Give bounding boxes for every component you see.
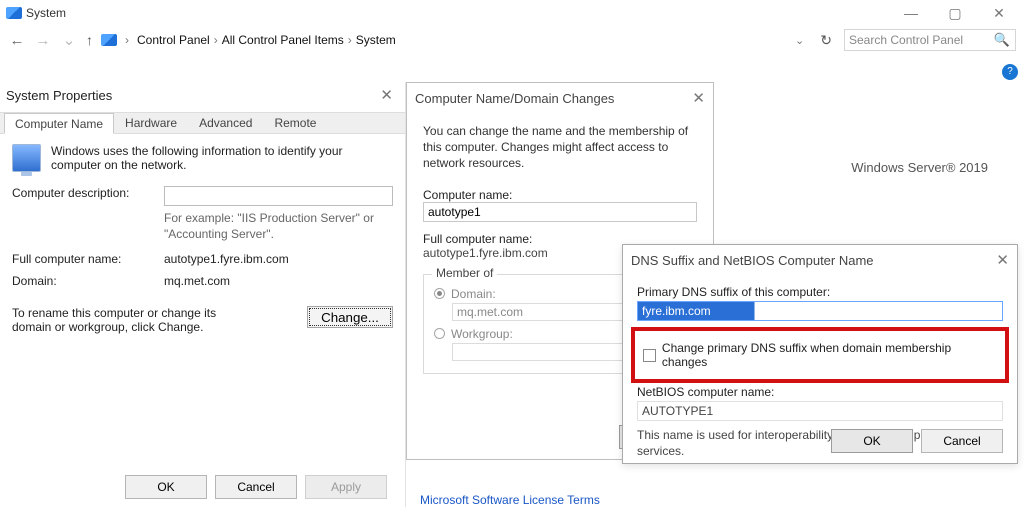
address-dropdown[interactable]: ⌄ — [791, 34, 808, 47]
desc-label: Computer description: — [12, 186, 164, 200]
primary-dns-label: Primary DNS suffix of this computer: — [637, 285, 1003, 299]
description-input[interactable] — [164, 186, 393, 206]
domain-value-input[interactable] — [452, 303, 632, 321]
window-title: System — [26, 6, 66, 20]
refresh-button[interactable]: ↻ — [816, 32, 836, 49]
rename-text: To rename this computer or change its do… — [12, 306, 242, 334]
change-suffix-highlight: Change primary DNS suffix when domain me… — [631, 327, 1009, 383]
tab-computer-name[interactable]: Computer Name — [4, 113, 114, 134]
domain-value: mq.met.com — [164, 274, 393, 288]
workgroup-radio-label: Workgroup: — [451, 327, 513, 341]
search-placeholder: Search Control Panel — [849, 33, 963, 47]
close-icon[interactable]: ✕ — [996, 251, 1009, 269]
primary-dns-input[interactable] — [637, 301, 1003, 321]
dialog-title: System Properties — [6, 88, 112, 103]
search-icon: 🔍 — [994, 32, 1010, 48]
help-badge-icon[interactable]: ? — [1002, 64, 1018, 80]
search-input[interactable]: Search Control Panel 🔍 — [844, 29, 1016, 51]
domain-radio-label: Domain: — [451, 287, 496, 301]
computer-icon — [12, 144, 41, 172]
apply-button[interactable]: Apply — [305, 475, 387, 499]
netbios-value: AUTOTYPE1 — [637, 401, 1003, 421]
recent-dropdown[interactable]: ⌄ — [60, 31, 78, 49]
breadcrumb-item[interactable]: System — [356, 33, 396, 47]
license-link[interactable]: Microsoft Software License Terms — [420, 493, 600, 507]
full-name-label: Full computer name: — [12, 252, 164, 266]
change-button[interactable]: Change... — [307, 306, 393, 328]
up-button[interactable]: ↑ — [86, 32, 93, 48]
tab-advanced[interactable]: Advanced — [188, 112, 263, 133]
change-suffix-label: Change primary DNS suffix when domain me… — [662, 341, 997, 369]
desc-example: For example: "IIS Production Server" or … — [164, 210, 393, 242]
forward-button[interactable]: → — [34, 32, 52, 49]
os-label: Windows Server® 2019 — [851, 160, 988, 175]
close-button[interactable]: ✕ — [984, 5, 1014, 22]
breadcrumb[interactable]: Control Panel › All Control Panel Items … — [137, 33, 396, 47]
tabs: Computer Name Hardware Advanced Remote — [0, 112, 405, 134]
system-icon — [6, 7, 22, 19]
system-properties-dialog: System Properties ✕ Computer Name Hardwa… — [0, 82, 406, 507]
breadcrumb-item[interactable]: Control Panel — [137, 33, 210, 47]
cancel-button[interactable]: Cancel — [921, 429, 1003, 453]
dialog-title: DNS Suffix and NetBIOS Computer Name — [631, 253, 874, 268]
radio-icon — [434, 328, 445, 339]
cancel-button[interactable]: Cancel — [215, 475, 297, 499]
computer-name-label: Computer name: — [423, 188, 697, 202]
info-text: You can change the name and the membersh… — [423, 123, 697, 172]
dns-suffix-dialog: DNS Suffix and NetBIOS Computer Name ✕ P… — [622, 244, 1018, 464]
workgroup-value-input[interactable] — [452, 343, 632, 361]
member-of-legend: Member of — [432, 266, 497, 280]
tab-hardware[interactable]: Hardware — [114, 112, 188, 133]
ok-button[interactable]: OK — [831, 429, 913, 453]
change-suffix-checkbox[interactable] — [643, 349, 656, 362]
computer-name-input[interactable] — [423, 202, 697, 222]
minimize-button[interactable]: — — [896, 5, 926, 22]
nav-bar: ← → ⌄ ↑ › Control Panel › All Control Pa… — [0, 22, 1024, 58]
titlebar: System — ▢ ✕ — [0, 0, 1024, 22]
breadcrumb-item[interactable]: All Control Panel Items — [222, 33, 344, 47]
back-button[interactable]: ← — [8, 32, 26, 49]
tab-remote[interactable]: Remote — [263, 112, 327, 133]
ok-button[interactable]: OK — [125, 475, 207, 499]
full-name-value: autotype1.fyre.ibm.com — [164, 252, 393, 266]
dialog-title: Computer Name/Domain Changes — [415, 91, 614, 106]
radio-icon — [434, 288, 445, 299]
close-icon[interactable]: ✕ — [692, 89, 705, 107]
intro-text: Windows uses the following information t… — [51, 144, 393, 172]
maximize-button[interactable]: ▢ — [940, 5, 970, 22]
domain-label: Domain: — [12, 274, 164, 288]
close-icon[interactable]: ✕ — [380, 86, 397, 104]
breadcrumb-icon — [101, 34, 117, 46]
netbios-label: NetBIOS computer name: — [637, 385, 1003, 399]
